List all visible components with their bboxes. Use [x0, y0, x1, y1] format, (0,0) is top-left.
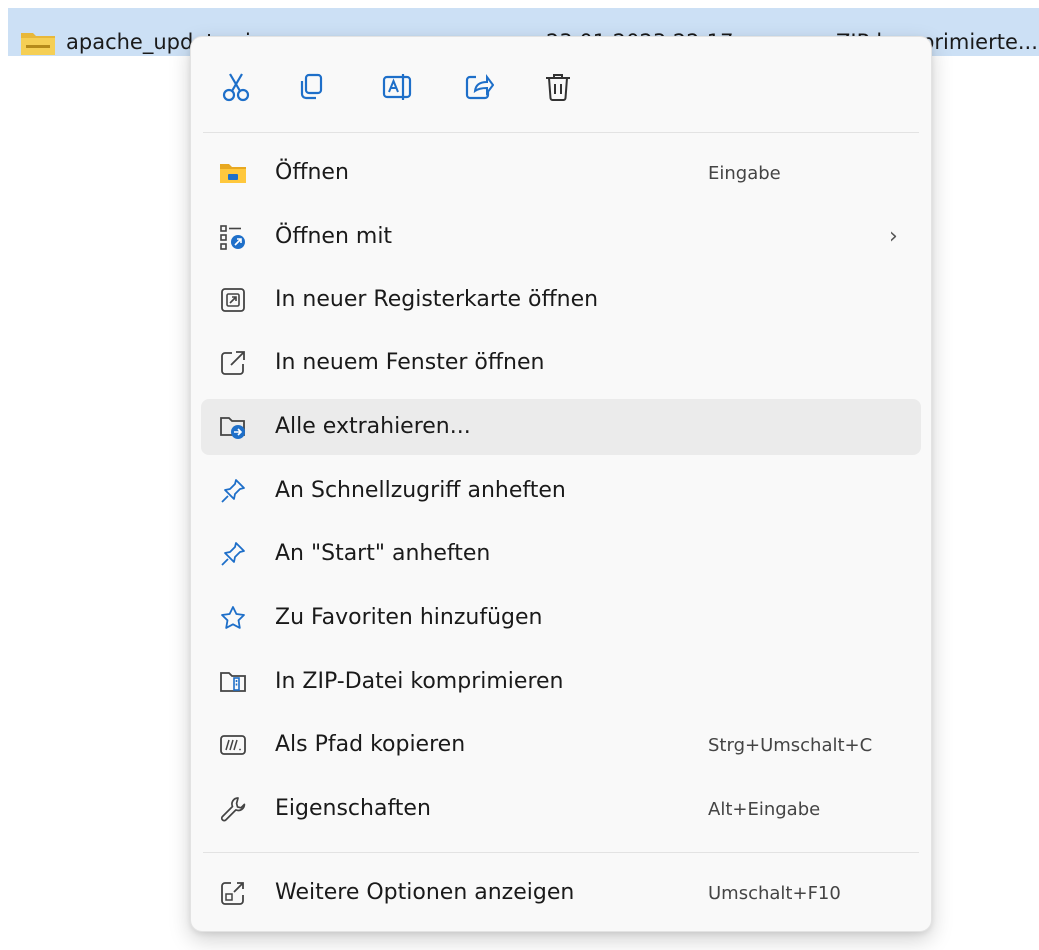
cut-button[interactable] — [214, 65, 258, 109]
pin-icon — [221, 542, 245, 566]
menu-item-pin-quick-access[interactable]: An Schnellzugriff anheften — [201, 463, 921, 519]
menu-item-label: Zu Favoriten hinzufügen — [275, 605, 543, 630]
menu-item-label: Alle extrahieren... — [275, 414, 471, 439]
zip-icon — [220, 672, 246, 692]
new-window-icon — [221, 351, 245, 375]
menu-item-properties[interactable]: Eigenschaften Alt+Eingabe — [201, 781, 921, 837]
menu-divider — [203, 132, 919, 133]
more-options-icon — [221, 882, 244, 905]
menu-item-label: Eigenschaften — [275, 796, 431, 821]
menu-item-label: An "Start" anheften — [275, 541, 491, 566]
new-tab-icon — [221, 288, 245, 312]
zip-folder-icon — [20, 30, 56, 60]
share-button[interactable] — [457, 65, 501, 109]
context-menu: Öffnen Eingabe Öffnen mit › In neuer Reg… — [190, 36, 932, 932]
star-icon — [221, 606, 245, 629]
menu-item-label: In neuem Fenster öffnen — [275, 350, 545, 375]
copy-icon — [300, 73, 323, 100]
menu-divider — [203, 852, 919, 853]
delete-button[interactable] — [536, 65, 580, 109]
menu-item-open-new-window[interactable]: In neuem Fenster öffnen — [201, 335, 921, 391]
menu-item-compress-zip[interactable]: In ZIP-Datei komprimieren — [201, 654, 921, 710]
menu-item-open[interactable]: Öffnen Eingabe — [201, 145, 921, 201]
menu-item-label: Öffnen mit — [275, 224, 393, 249]
menu-item-more-options[interactable]: Weitere Optionen anzeigen Umschalt+F10 — [201, 865, 921, 921]
menu-item-label: An Schnellzugriff anheften — [275, 478, 566, 503]
menu-item-label: Öffnen — [275, 160, 349, 185]
trash-icon — [546, 74, 570, 101]
menu-item-shortcut: Umschalt+F10 — [708, 883, 841, 904]
menu-item-open-new-tab[interactable]: In neuer Registerkarte öffnen — [201, 272, 921, 328]
menu-item-copy-path[interactable]: Als Pfad kopieren Strg+Umschalt+C — [201, 717, 921, 773]
wrench-icon — [221, 797, 246, 822]
extract-icon — [220, 417, 245, 439]
menu-item-add-favorites[interactable]: Zu Favoriten hinzufügen — [201, 590, 921, 646]
context-menu-toolbar — [191, 37, 931, 131]
menu-item-shortcut: Eingabe — [708, 163, 781, 184]
menu-item-shortcut: Strg+Umschalt+C — [708, 735, 873, 756]
copy-path-icon — [220, 735, 246, 755]
menu-item-pin-start[interactable]: An "Start" anheften — [201, 526, 921, 582]
rename-button[interactable] — [376, 65, 420, 109]
scissors-icon — [222, 73, 250, 102]
menu-item-label: Weitere Optionen anzeigen — [275, 880, 575, 905]
share-icon — [465, 74, 494, 100]
menu-item-open-with[interactable]: Öffnen mit › — [201, 209, 921, 265]
menu-item-label: Als Pfad kopieren — [275, 732, 466, 757]
menu-item-shortcut: Alt+Eingabe — [708, 799, 821, 820]
chevron-right-icon: › — [889, 224, 898, 249]
pin-icon — [221, 479, 245, 503]
menu-item-extract-all[interactable]: Alle extrahieren... — [201, 399, 921, 455]
menu-item-label: In ZIP-Datei komprimieren — [275, 669, 564, 694]
copy-button[interactable] — [289, 65, 333, 109]
open-with-icon — [220, 225, 245, 250]
rename-icon — [382, 74, 412, 100]
folder-icon — [220, 164, 246, 183]
menu-item-label: In neuer Registerkarte öffnen — [275, 287, 599, 312]
